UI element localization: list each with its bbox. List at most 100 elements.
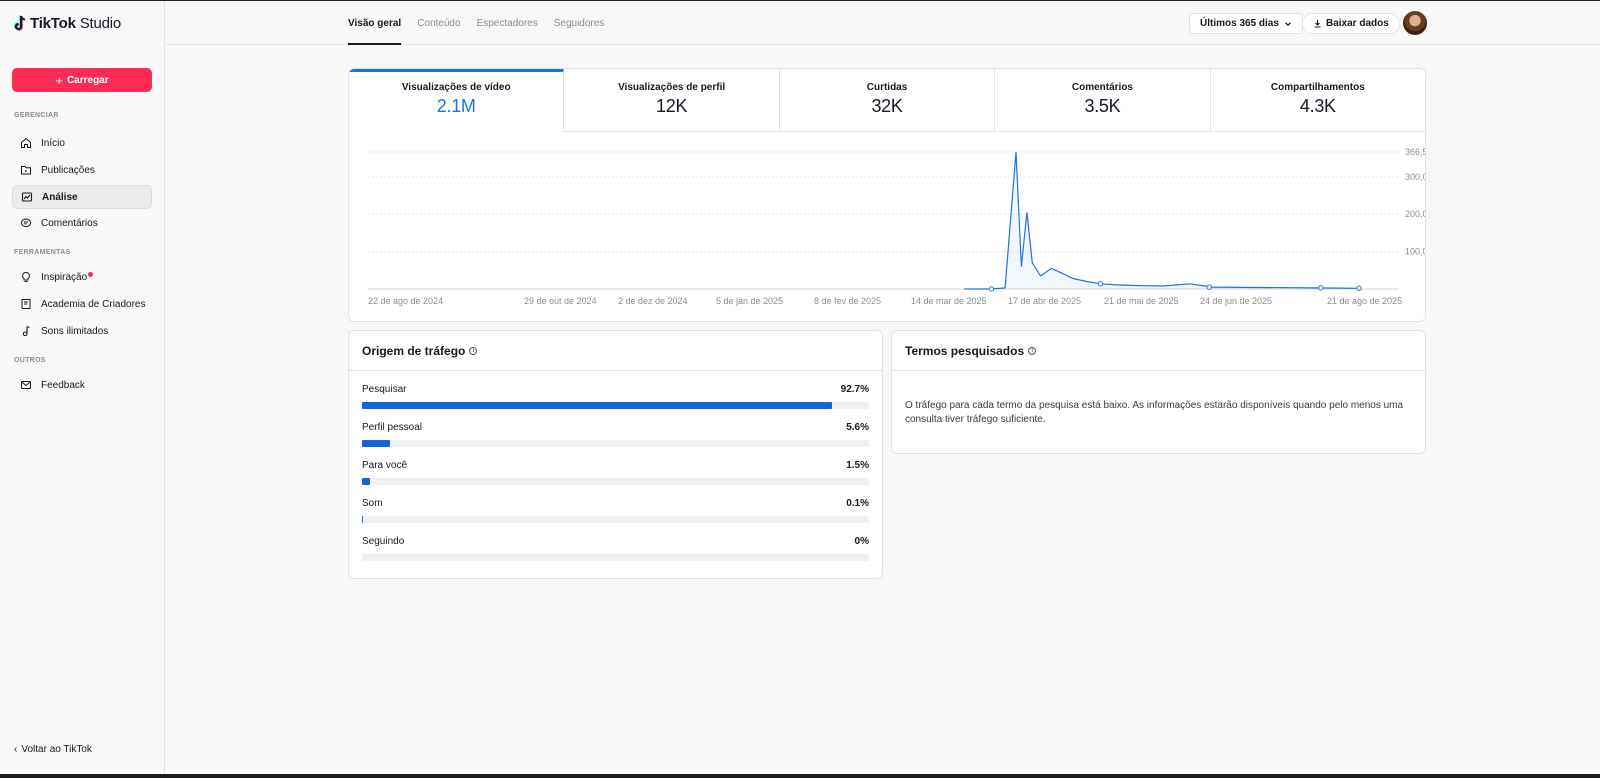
avatar[interactable]: [1403, 11, 1427, 35]
x-tick-label: 24 de jun de 2025: [1200, 296, 1272, 306]
mail-icon: [21, 381, 31, 389]
metrics-card: Visualizações de vídeo 2.1M Visualizaçõe…: [348, 68, 1426, 322]
section-label-others: OUTROS: [14, 357, 46, 364]
sidebar-item-comments[interactable]: Comentários: [12, 211, 152, 235]
traffic-source-value: 0.1%: [846, 498, 869, 509]
y-tick-label: 300,000: [1405, 172, 1426, 182]
chevron-left-icon: ‹: [14, 744, 18, 755]
progress-track: [362, 478, 869, 485]
info-icon[interactable]: i: [469, 346, 478, 355]
sidebar-item-unlimited-sounds[interactable]: Sons ilimitados: [12, 319, 152, 343]
search-terms-header: Termos pesquisados i: [892, 331, 1425, 371]
x-tick-label: 17 de abr de 2025: [1008, 296, 1081, 306]
data-point-marker[interactable]: [1097, 281, 1104, 287]
progress-fill: [362, 402, 832, 409]
traffic-source-value: 92.7%: [840, 384, 869, 395]
download-data-button[interactable]: Baixar dados: [1302, 13, 1400, 34]
traffic-source-label: Pesquisar: [362, 384, 407, 395]
traffic-source-value: 0%: [854, 536, 869, 547]
sidebar-item-inspiration[interactable]: Inspiração: [12, 265, 152, 289]
date-range-dropdown[interactable]: Últimos 365 dias: [1189, 13, 1303, 34]
tiktok-studio-logo[interactable]: TikTok Studio: [13, 15, 121, 32]
metric-label: Curtidas: [866, 82, 908, 93]
home-icon: [21, 137, 31, 148]
x-tick-label: 29 de out de 2024: [524, 296, 597, 306]
metric-label: Compartilhamentos: [1270, 82, 1365, 93]
sidebar-item-label: Academia de Criadores: [41, 298, 146, 310]
x-tick-label: 2 de dez de 2024: [618, 296, 688, 306]
metric-value: 3.5K: [1084, 96, 1121, 116]
upload-button-label: Carregar: [66, 74, 109, 86]
data-point-marker[interactable]: [988, 286, 995, 292]
line-chart[interactable]: 100,000 200,000 300,000 366,551 22 de ago de…: [349, 132, 1426, 322]
metric-tabs: Visualizações de vídeo 2.1M Visualizaçõe…: [349, 69, 1425, 132]
data-point-marker[interactable]: [1318, 285, 1324, 291]
x-tick-label: 5 de jan de 2025: [716, 296, 783, 306]
metric-tab-video-views[interactable]: Visualizações de vídeo 2.1M: [349, 69, 565, 132]
sidebar-item-label: Análise: [42, 191, 78, 203]
back-to-tiktok-link[interactable]: ‹ Voltar ao TikTok: [14, 744, 92, 755]
tab-overview[interactable]: Visão geral: [348, 1, 402, 45]
logo-text: TikTok Studio: [30, 15, 122, 32]
card-title: Origem de tráfego: [362, 343, 466, 358]
video-views-chart[interactable]: 100,000 200,000 300,000 366,551 22 de ago de…: [349, 132, 1426, 322]
tab-followers[interactable]: Seguidores: [554, 1, 605, 45]
progress-track: [362, 554, 869, 561]
sidebar: TikTok Studio + Carregar GERENCIAR Iníci…: [0, 1, 165, 774]
sidebar-item-label: Feedback: [41, 379, 85, 391]
tab-viewers[interactable]: Espectadores: [477, 1, 538, 45]
notification-dot: [88, 271, 94, 277]
tab-content[interactable]: Conteúdo: [417, 1, 460, 45]
traffic-source-label: Para você: [362, 460, 408, 471]
section-label-tools: FERRAMENTAS: [14, 249, 71, 256]
traffic-row: Seguindo 0%: [362, 536, 869, 561]
search-terms-card: Termos pesquisados i O tráfego para cada…: [891, 330, 1426, 454]
data-point-marker[interactable]: [1206, 284, 1212, 290]
traffic-row-header: Para você 1.5%: [362, 460, 869, 471]
y-tick-label: 200,000: [1405, 209, 1426, 219]
x-tick-label: 8 de fev de 2025: [814, 296, 881, 306]
progress-fill: [362, 478, 370, 485]
sidebar-item-feedback[interactable]: Feedback: [12, 373, 152, 397]
search-terms-message: O tráfego para cada termo da pesquisa es…: [905, 400, 1404, 425]
traffic-row-header: Seguindo 0%: [362, 536, 869, 547]
x-tick-label: 22 de ago de 2024: [368, 296, 443, 306]
sidebar-item-posts[interactable]: Publicações: [12, 158, 152, 182]
folder-icon: [21, 166, 31, 175]
sidebar-item-label: Comentários: [41, 217, 98, 229]
metric-tab-likes[interactable]: Curtidas 32K: [779, 69, 996, 132]
sidebar-item-analytics[interactable]: Análise: [12, 185, 152, 209]
traffic-source-header: Origem de tráfego i: [349, 331, 882, 371]
metric-tab-profile-views[interactable]: Visualizações de perfil 12K: [564, 69, 780, 132]
metric-tab-shares[interactable]: Compartilhamentos 4.3K: [1210, 69, 1425, 132]
sidebar-item-label: Publicações: [41, 164, 95, 176]
sidebar-item-creator-academy[interactable]: Academia de Criadores: [12, 292, 152, 316]
analytics-tabs: Visão geral Conteúdo Espectadores Seguid…: [348, 1, 604, 45]
x-tick-label: 14 de mar de 2025: [911, 296, 987, 306]
metric-label: Visualizações de vídeo: [401, 82, 511, 93]
date-range-label: Últimos 365 dias: [1200, 18, 1279, 29]
progress-fill: [362, 440, 391, 447]
download-data-label: Baixar dados: [1326, 18, 1389, 29]
music-note-icon: [22, 325, 30, 337]
sidebar-item-home[interactable]: Início: [12, 131, 152, 155]
traffic-source-card: Origem de tráfego i Pesquisar 92.7% Perfil…: [348, 330, 883, 579]
series-area: [964, 152, 1359, 289]
traffic-source-value: 1.5%: [846, 460, 869, 471]
traffic-source-value: 5.6%: [846, 422, 869, 433]
upload-button[interactable]: + Carregar: [12, 68, 152, 92]
info-icon[interactable]: i: [1028, 346, 1037, 355]
y-tick-label: 100,000: [1405, 247, 1426, 257]
download-icon: [1314, 20, 1321, 28]
y-max-label: 366,551: [1405, 147, 1426, 157]
x-tick-label: 21 de ago de 2025: [1327, 296, 1402, 306]
metric-tab-comments[interactable]: Comentários 3.5K: [995, 69, 1211, 132]
progress-track: [362, 516, 869, 523]
data-point-marker[interactable]: [1356, 285, 1362, 291]
book-icon: [21, 299, 31, 309]
traffic-row-header: Perfil pessoal 5.6%: [362, 422, 869, 433]
traffic-row: Perfil pessoal 5.6%: [362, 422, 869, 447]
progress-fill: [362, 516, 364, 523]
card-title: Termos pesquisados: [905, 343, 1025, 358]
metric-value: 4.3K: [1299, 96, 1336, 116]
